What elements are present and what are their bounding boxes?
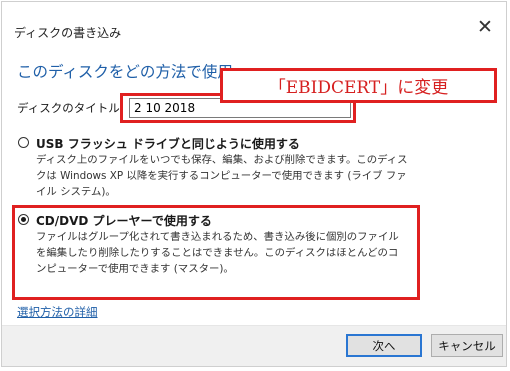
burn-disc-dialog: ディスクの書き込み ✕ このディスクをどの方法で使用 ディスクのタイトル: 「E…: [1, 1, 507, 367]
title-bar: ディスクの書き込み ✕: [2, 2, 506, 48]
option-cd-dvd-player-label[interactable]: CD/DVD プレーヤーで使用する: [36, 212, 212, 229]
annotation-callout: 「EBIDCERT」に変更: [220, 68, 497, 103]
radio-usb-flash[interactable]: [18, 137, 29, 148]
radio-cd-dvd-player[interactable]: [18, 214, 29, 225]
close-icon[interactable]: ✕: [472, 14, 498, 40]
next-button[interactable]: 次へ: [346, 334, 422, 357]
annotation-text: 「EBIDCERT」に変更: [268, 78, 449, 98]
dialog-heading: このディスクをどの方法で使用: [17, 63, 233, 81]
option-usb-flash-description: ディスク上のファイルをいつでも保存、編集、および削除できます。このディスクは W…: [36, 154, 408, 198]
window-title: ディスクの書き込み: [14, 26, 122, 40]
option-cd-dvd-player-description: ファイルはグループ化されて書き込まれるため、書き込み後に個別のファイルを編集した…: [36, 231, 399, 275]
selection-details-link[interactable]: 選択方法の詳細: [17, 304, 98, 320]
disc-title-label: ディスクのタイトル:: [17, 101, 124, 115]
option-usb-flash-label[interactable]: USB フラッシュ ドライブと同じように使用する: [36, 135, 300, 152]
button-bar: 次へ キャンセル: [2, 325, 506, 366]
cancel-button[interactable]: キャンセル: [431, 334, 503, 357]
